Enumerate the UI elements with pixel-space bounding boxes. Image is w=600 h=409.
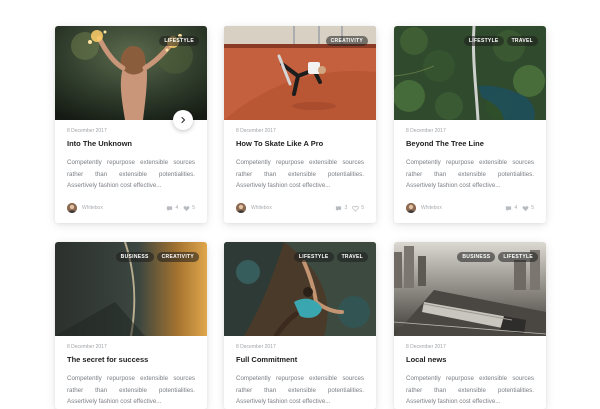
card-excerpt: Competently repurpose extensible sources… xyxy=(236,159,364,190)
card-image[interactable]: LIFESTYLE TRAVEL xyxy=(394,26,546,120)
card-date: 8 December 2017 xyxy=(67,344,107,350)
tag-badge[interactable]: LIFESTYLE xyxy=(293,252,334,262)
tag-list: LIFESTYLE xyxy=(159,36,199,46)
card-stats: 4 5 xyxy=(505,205,534,212)
card-image[interactable]: BUSINESS LIFESTYLE xyxy=(394,242,546,336)
card-title[interactable]: Into The Unknown xyxy=(67,139,195,148)
avatar xyxy=(236,203,246,213)
author-name: Whitebox xyxy=(82,205,103,211)
card-excerpt: Competently repurpose extensible sources… xyxy=(67,375,195,406)
card-image[interactable]: LIFESTYLE xyxy=(55,26,207,120)
like-count-value: 5 xyxy=(531,205,534,211)
blog-card[interactable]: CREATIVITY 8 December 2017 How To Skate … xyxy=(224,26,376,223)
comment-count-value: 3 xyxy=(344,205,348,211)
card-excerpt: Competently repurpose extensible sources… xyxy=(406,375,534,406)
blog-card[interactable]: BUSINESS CREATIVITY 8 December 2017 The … xyxy=(55,242,207,409)
author-name: Whitebox xyxy=(251,205,272,211)
tag-badge[interactable]: BUSINESS xyxy=(115,252,154,262)
tag-badge[interactable]: BUSINESS xyxy=(457,252,496,262)
card-stats: 4 5 xyxy=(166,205,195,212)
card-author[interactable]: Whitebox xyxy=(67,203,103,213)
card-meta: Whitebox 4 5 xyxy=(67,203,195,223)
comment-count[interactable]: 4 xyxy=(166,205,178,212)
next-button[interactable] xyxy=(173,110,193,130)
card-author[interactable]: Whitebox xyxy=(236,203,272,213)
like-count-value: 5 xyxy=(192,205,195,211)
card-meta: Whitebox 4 5 xyxy=(406,203,534,223)
heart-icon xyxy=(183,205,190,211)
author-name: Whitebox xyxy=(421,205,442,211)
card-image[interactable]: BUSINESS CREATIVITY xyxy=(55,242,207,336)
avatar xyxy=(406,203,416,213)
heart-icon xyxy=(352,205,360,212)
card-date: 8 December 2017 xyxy=(236,128,276,134)
tag-badge[interactable]: TRAVEL xyxy=(506,36,538,46)
comment-count[interactable]: 3 xyxy=(335,205,347,212)
comment-count-value: 4 xyxy=(514,205,518,211)
tag-badge[interactable]: CREATIVITY xyxy=(156,252,199,262)
card-stats: 3 5 xyxy=(335,205,364,212)
blog-card-grid: LIFESTYLE 8 December 2017 Into The Unkno… xyxy=(0,0,600,409)
like-count-value: 5 xyxy=(361,205,364,211)
card-date: 8 December 2017 xyxy=(236,344,276,350)
card-image[interactable]: CREATIVITY xyxy=(224,26,376,120)
card-title[interactable]: Local news xyxy=(406,355,534,364)
card-title[interactable]: The secret for success xyxy=(67,355,195,364)
tag-badge[interactable]: LIFESTYLE xyxy=(463,36,504,46)
tag-badge[interactable]: TRAVEL xyxy=(336,252,368,262)
comment-icon xyxy=(167,205,173,211)
heart-icon xyxy=(522,205,529,211)
blog-card[interactable]: LIFESTYLE 8 December 2017 Into The Unkno… xyxy=(55,26,207,223)
comment-count[interactable]: 4 xyxy=(505,205,517,212)
card-date: 8 December 2017 xyxy=(67,128,107,134)
chevron-right-icon xyxy=(181,116,186,124)
tag-list: BUSINESS CREATIVITY xyxy=(115,252,199,262)
comment-icon xyxy=(506,205,512,211)
card-title[interactable]: How To Skate Like A Pro xyxy=(236,139,364,148)
card-date: 8 December 2017 xyxy=(406,344,446,350)
blog-card[interactable]: BUSINESS LIFESTYLE 8 December 2017 Local… xyxy=(394,242,546,409)
like-count[interactable]: 5 xyxy=(183,205,195,212)
comment-icon xyxy=(336,205,342,211)
tag-list: LIFESTYLE TRAVEL xyxy=(463,36,538,46)
card-date: 8 December 2017 xyxy=(406,128,446,134)
comment-count-value: 4 xyxy=(175,205,179,211)
card-title[interactable]: Beyond The Tree Line xyxy=(406,139,534,148)
tag-list: LIFESTYLE TRAVEL xyxy=(293,252,368,262)
card-title[interactable]: Full Commitment xyxy=(236,355,364,364)
card-author[interactable]: Whitebox xyxy=(406,203,442,213)
like-count[interactable]: 5 xyxy=(522,205,534,212)
avatar xyxy=(67,203,77,213)
tag-badge[interactable]: CREATIVITY xyxy=(325,36,368,46)
card-excerpt: Competently repurpose extensible sources… xyxy=(406,159,534,190)
tag-list: CREATIVITY xyxy=(325,36,368,46)
tag-badge[interactable]: LIFESTYLE xyxy=(159,36,199,46)
tag-badge[interactable]: LIFESTYLE xyxy=(498,252,538,262)
card-excerpt: Competently repurpose extensible sources… xyxy=(236,375,364,406)
card-excerpt: Competently repurpose extensible sources… xyxy=(67,159,195,190)
blog-card[interactable]: LIFESTYLE TRAVEL 8 December 2017 Beyond … xyxy=(394,26,546,223)
card-meta: Whitebox 3 5 xyxy=(236,203,364,223)
tag-list: BUSINESS LIFESTYLE xyxy=(457,252,538,262)
card-image[interactable]: LIFESTYLE TRAVEL xyxy=(224,242,376,336)
like-count[interactable]: 5 xyxy=(352,205,364,212)
blog-card[interactable]: LIFESTYLE TRAVEL 8 December 2017 Full Co… xyxy=(224,242,376,409)
